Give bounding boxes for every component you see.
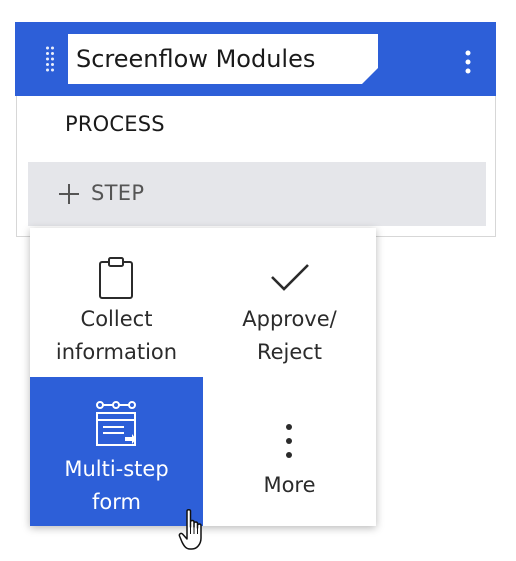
menu-item-multi-step-form[interactable]: Multi-step form	[30, 377, 203, 526]
add-step-label: STEP	[91, 181, 145, 205]
menu-item-approve-reject[interactable]: Approve/ Reject	[203, 228, 376, 377]
menu-item-label: Multi-step	[64, 457, 169, 481]
clipboard-icon	[99, 257, 133, 299]
more-vertical-icon	[286, 424, 292, 458]
checkmark-icon	[271, 264, 309, 291]
process-title[interactable]: PROCESS	[65, 112, 165, 136]
menu-item-label: Reject	[256, 340, 323, 364]
drag-handle-icon[interactable]	[45, 46, 55, 72]
hand-pointer-icon	[178, 508, 202, 550]
stage-title-input[interactable]: Screenflow Modules	[68, 34, 378, 84]
menu-item-label: Collect	[80, 307, 153, 331]
menu-item-collect-information[interactable]: Collect information	[30, 228, 203, 377]
multistep-form-icon	[96, 401, 136, 446]
stage-menu-icon[interactable]	[460, 50, 476, 76]
case-stage-editor: Screenflow Modules PROCESS STEP Collect …	[0, 0, 516, 561]
plus-icon	[59, 184, 79, 204]
menu-item-label: Approve/	[242, 307, 337, 331]
resize-corner-icon	[362, 68, 378, 84]
menu-item-label: information	[55, 340, 178, 364]
menu-item-label: More	[263, 473, 316, 497]
menu-item-more[interactable]: More	[203, 377, 376, 526]
